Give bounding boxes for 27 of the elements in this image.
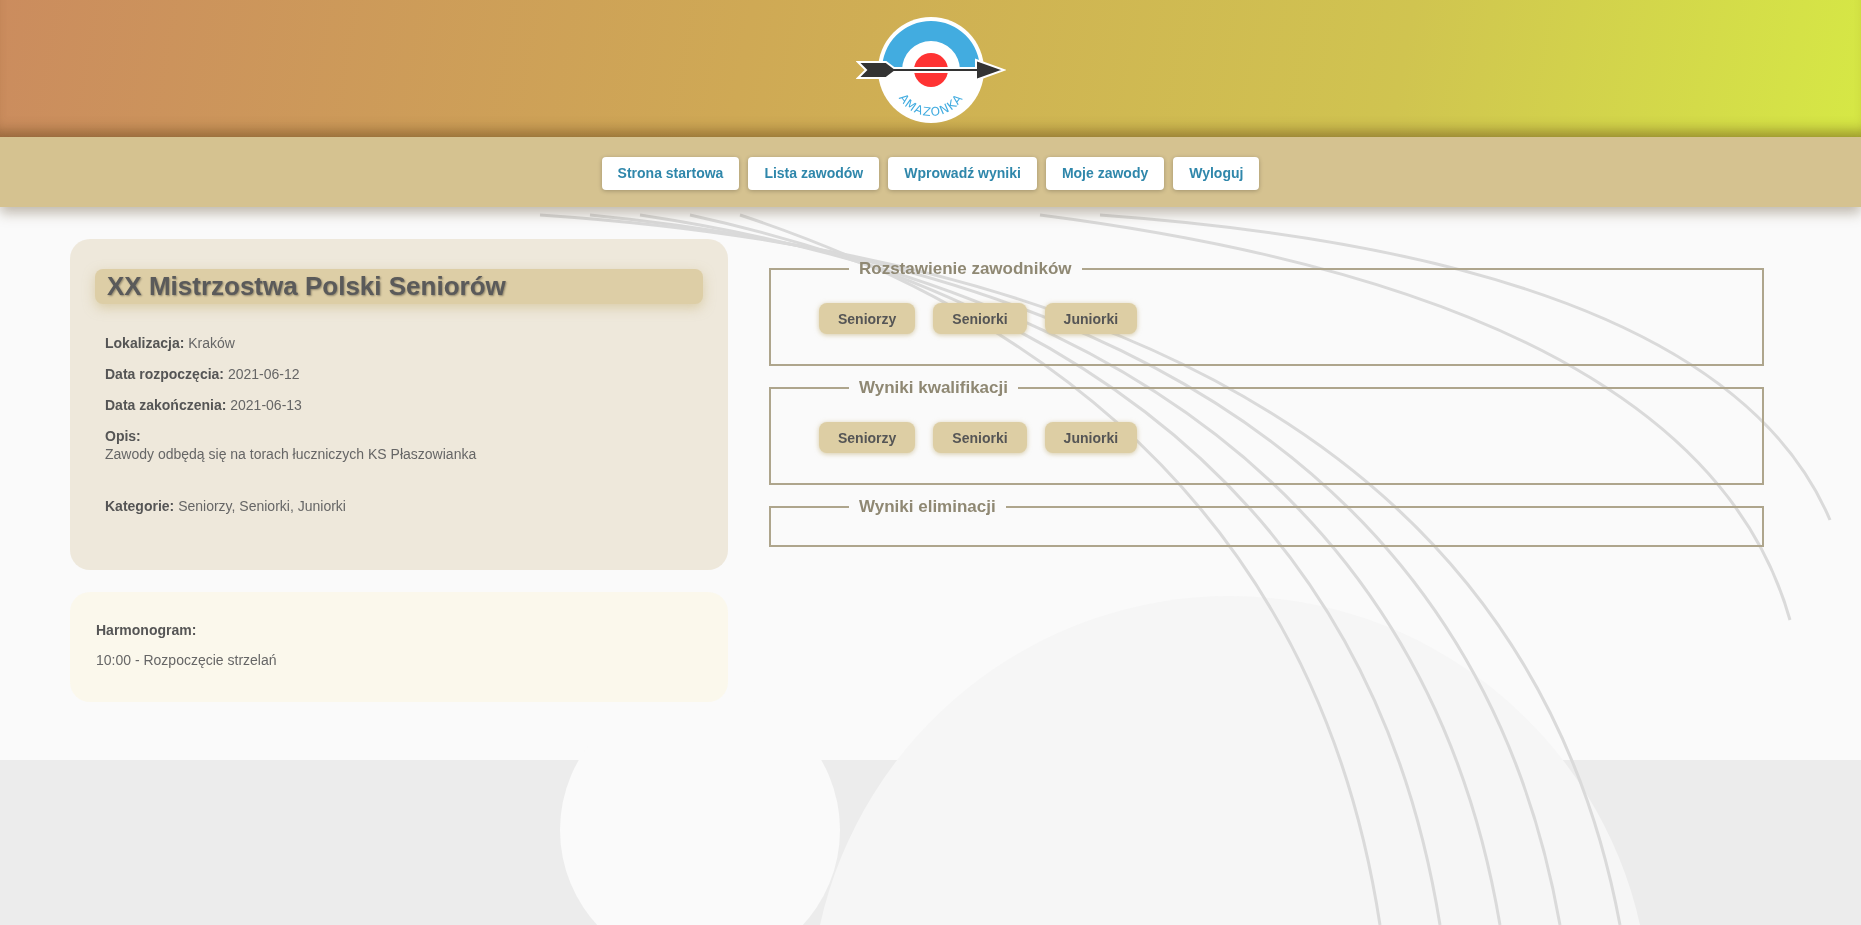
category-button[interactable]: Juniorki <box>1044 422 1138 453</box>
nav-button[interactable]: Moje zawody <box>1045 156 1165 190</box>
event-title: XX Mistrzostwa Polski Seniorów <box>95 269 703 304</box>
nav-button[interactable]: Lista zawodów <box>748 156 880 190</box>
category-button[interactable]: Seniorki <box>933 303 1027 334</box>
schedule-title: Harmonogram: <box>96 622 198 638</box>
schedule-item: 10:00 - Rozpoczęcie strzelań <box>96 652 278 668</box>
field-value: Zawody odbędą się na torach łuczniczych KS Płaszowianka <box>105 446 477 462</box>
category-button[interactable]: Juniorki <box>1044 303 1138 334</box>
field-label: Kategorie: <box>105 498 175 514</box>
nav-button[interactable]: Strona startowa <box>601 156 740 190</box>
category-button[interactable]: Seniorki <box>933 422 1027 453</box>
section-title: Rozstawienie zawodników <box>858 259 1073 279</box>
category-button[interactable]: Seniorzy <box>819 303 916 334</box>
field-label: Data zakończenia: <box>105 397 227 413</box>
section-title: Wyniki eliminacji <box>858 497 997 517</box>
nav-button[interactable]: Wprowadź wyniki <box>888 156 1037 190</box>
section-title: Wyniki kwalifikacji <box>858 378 1009 398</box>
field-label: Lokalizacja: <box>105 335 185 351</box>
field-value: 2021-06-13 <box>230 397 302 413</box>
nav-button[interactable]: Wyloguj <box>1173 156 1260 190</box>
field-value: Seniorzy, Seniorki, Juniorki <box>178 498 346 514</box>
field-label: Opis: <box>105 428 141 444</box>
field-value: 2021-06-12 <box>227 366 300 382</box>
field-value: Kraków <box>188 335 235 351</box>
field-label: Data rozpoczęcia: <box>105 366 225 382</box>
category-button[interactable]: Seniorzy <box>819 422 916 453</box>
